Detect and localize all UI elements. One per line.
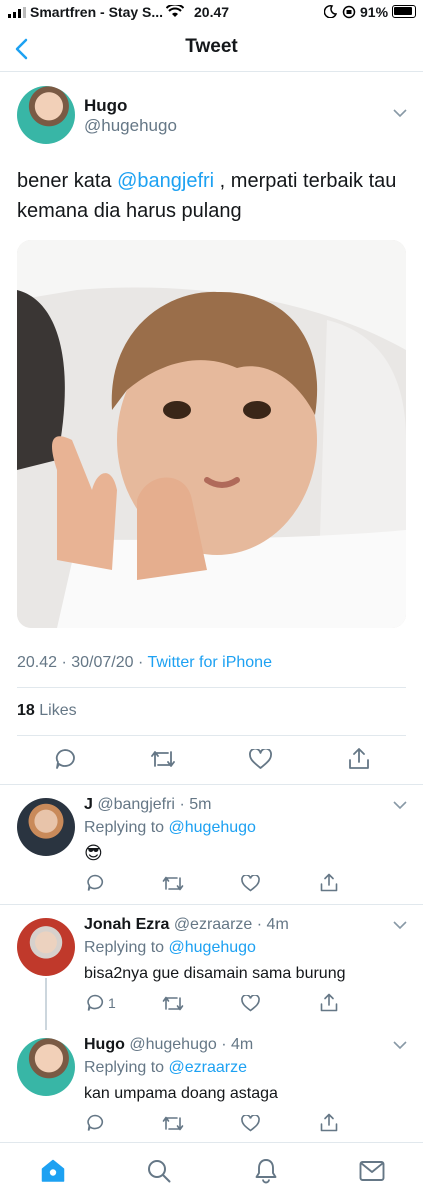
share-icon[interactable]	[320, 993, 338, 1012]
mail-icon[interactable]	[359, 1160, 385, 1182]
replying-to-link[interactable]: @hugehugo	[169, 939, 256, 956]
replying-label: Replying to	[84, 819, 169, 836]
likes-count: 18	[17, 702, 35, 719]
author-name[interactable]: Hugo	[84, 96, 127, 116]
reply-text: 😎	[84, 843, 103, 863]
reply-icon[interactable]	[86, 994, 104, 1012]
status-bar: Smartfren - Stay S... 20.47 91%	[0, 0, 423, 24]
moon-icon	[324, 5, 337, 18]
replying-label: Replying to	[84, 939, 169, 956]
reply-author-handle[interactable]: @hugehugo	[129, 1036, 216, 1053]
reply-author-name[interactable]: Jonah Ezra	[84, 916, 169, 933]
retweet-icon[interactable]	[162, 995, 184, 1012]
reply-time: · 4m	[221, 1036, 254, 1053]
like-icon[interactable]	[241, 995, 260, 1012]
reply-text: kan umpama doang astaga	[84, 1085, 278, 1102]
reply-icon[interactable]	[86, 874, 104, 892]
replying-to: Replying to @ezraarze	[84, 1059, 247, 1077]
nav-bar: Tweet	[0, 24, 423, 72]
reply-count: 1	[108, 995, 116, 1011]
divider	[17, 687, 406, 688]
reply-icon[interactable]	[86, 1114, 104, 1132]
avatar[interactable]	[17, 918, 75, 976]
chevron-down-icon[interactable]	[393, 109, 407, 118]
share-icon[interactable]	[348, 747, 370, 770]
reply-author-name[interactable]: J	[84, 796, 93, 813]
divider	[17, 735, 406, 736]
avatar[interactable]	[17, 86, 75, 144]
reply-author-name[interactable]: Hugo	[84, 1036, 125, 1053]
carrier-name: Smartfren - Stay S...	[30, 4, 164, 20]
orientation-lock-icon	[342, 5, 356, 19]
page-title: Tweet	[185, 36, 238, 57]
battery-percent: 91%	[360, 4, 389, 20]
tweet-photo[interactable]	[17, 240, 406, 628]
replying-to-link[interactable]: @ezraarze	[169, 1059, 248, 1076]
reply-header: J @bangjefri · 5m	[84, 796, 211, 814]
avatar[interactable]	[17, 798, 75, 856]
battery-icon	[392, 5, 416, 18]
tweet-text-part: bener kata	[17, 170, 118, 192]
likes-label: Likes	[39, 702, 77, 719]
tweet-meta: 20.42 · 30/07/20 · Twitter for iPhone	[17, 654, 272, 672]
photo-illustration	[17, 240, 406, 628]
author-handle[interactable]: @hugehugo	[84, 116, 177, 136]
reply-time: · 5m	[179, 796, 212, 813]
thread-line	[45, 978, 47, 1030]
bell-icon[interactable]	[254, 1158, 278, 1184]
reply-text: bisa2nya gue disamain sama burung	[84, 965, 346, 982]
reply-icon[interactable]	[54, 748, 76, 770]
like-icon[interactable]	[249, 749, 272, 770]
like-icon[interactable]	[241, 1115, 260, 1132]
divider	[0, 904, 423, 905]
mention-link[interactable]: @bangjefri	[117, 170, 214, 192]
tweet-source-link[interactable]: Twitter for iPhone	[147, 654, 272, 671]
tweet-timestamp: 20.42 · 30/07/20 ·	[17, 654, 148, 671]
search-icon[interactable]	[147, 1159, 171, 1183]
reply-time: · 4m	[256, 916, 289, 933]
chevron-down-icon[interactable]	[393, 921, 407, 930]
reply-author-handle[interactable]: @ezraarze	[174, 916, 253, 933]
tab-bar	[0, 1142, 423, 1200]
replying-to: Replying to @hugehugo	[84, 939, 256, 957]
reply-header: Jonah Ezra @ezraarze · 4m	[84, 916, 289, 934]
likes-stat[interactable]: 18 Likes	[17, 702, 77, 720]
wifi-icon	[166, 5, 184, 17]
divider	[0, 784, 423, 785]
share-icon[interactable]	[320, 873, 338, 892]
reply-header: Hugo @hugehugo · 4m	[84, 1036, 253, 1054]
chevron-down-icon[interactable]	[393, 801, 407, 810]
retweet-icon[interactable]	[162, 875, 184, 892]
clock: 20.47	[194, 4, 230, 20]
tweet-text: bener kata @bangjefri , merpati terbaik …	[17, 166, 412, 226]
replying-label: Replying to	[84, 1059, 169, 1076]
reply-author-handle[interactable]: @bangjefri	[97, 796, 175, 813]
avatar[interactable]	[17, 1038, 75, 1096]
replying-to: Replying to @hugehugo	[84, 819, 256, 837]
retweet-icon[interactable]	[162, 1115, 184, 1132]
share-icon[interactable]	[320, 1113, 338, 1132]
chevron-down-icon[interactable]	[393, 1041, 407, 1050]
signal-icon	[8, 7, 26, 18]
like-icon[interactable]	[241, 875, 260, 892]
retweet-icon[interactable]	[150, 749, 176, 769]
replying-to-link[interactable]: @hugehugo	[169, 819, 256, 836]
home-icon[interactable]	[41, 1159, 65, 1183]
